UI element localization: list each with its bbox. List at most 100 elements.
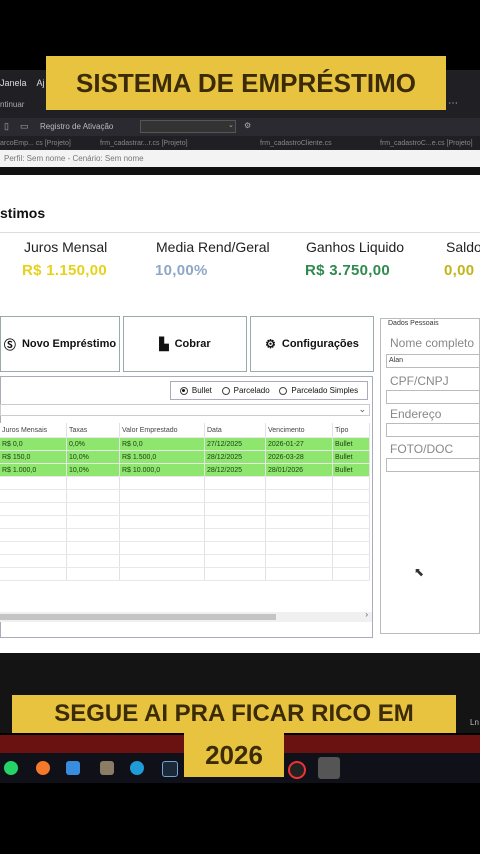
cube-app-icon[interactable]: [66, 761, 80, 775]
cell: 28/01/2026: [265, 463, 333, 477]
title-divider: [0, 232, 480, 233]
table-row[interactable]: R$ 0,0 0,0% R$ 0,0 27/12/2025 2026-01-27…: [0, 437, 370, 451]
endereco-label: Endereço: [390, 407, 442, 421]
divider: [0, 167, 480, 175]
col-header[interactable]: Taxas: [66, 423, 120, 438]
stat-value-ganhos: R$ 3.750,00: [305, 262, 391, 279]
nome-field[interactable]: Alan: [386, 354, 480, 368]
cell: Bullet: [332, 450, 370, 464]
stat-label-juros: Juros Mensal: [24, 239, 108, 255]
activation-dropdown[interactable]: [140, 120, 236, 133]
cell: 28/12/2025: [204, 463, 266, 477]
tab-file-2[interactable]: frm_cadastrar...r.cs [Projeto]: [100, 140, 188, 147]
chevron-down-icon: ⌄: [228, 122, 234, 129]
configuracoes-button[interactable]: ⚙ Configurações: [250, 316, 374, 372]
cell: 10,0%: [66, 450, 120, 464]
cell: 2026-01-27: [265, 437, 333, 451]
radio-bullet-label: Bullet: [191, 386, 212, 395]
cpf-label: CPF/CNPJ: [390, 374, 449, 388]
chevron-right-icon[interactable]: ›: [365, 610, 368, 619]
page-title: stimos: [0, 205, 46, 221]
menu-ajuda[interactable]: Aj: [37, 78, 45, 88]
cell: R$ 150,0: [0, 450, 67, 464]
toolbar-continue[interactable]: ntinuar: [0, 100, 24, 109]
cell: Bullet: [332, 463, 370, 477]
foto-field[interactable]: [386, 458, 480, 472]
record-icon[interactable]: [288, 761, 306, 779]
cell: 0,0%: [66, 437, 120, 451]
cell: 28/12/2025: [204, 450, 266, 464]
steam-icon[interactable]: [162, 761, 178, 777]
bookmark-icon[interactable]: ▯: [4, 121, 9, 132]
menu-janela[interactable]: Janela: [0, 78, 27, 88]
more-icon[interactable]: ⋯: [448, 98, 458, 109]
tab-file-3[interactable]: frm_cadastroCliente.cs: [260, 140, 332, 147]
foto-label: FOTO/DOC: [390, 442, 454, 456]
table-header-row: Juros Mensais Taxas Valor Emprestado Dat…: [0, 423, 370, 438]
blender-icon[interactable]: [36, 761, 50, 775]
col-header[interactable]: Valor Emprestado: [119, 423, 205, 438]
chart-icon: ▙: [159, 337, 169, 351]
tab-file-4[interactable]: frm_cadastroC...e.cs [Projeto]: [380, 140, 473, 147]
loan-type-group: Bullet Parcelado Parcelado Simples: [170, 381, 368, 400]
table-row-empty: [0, 528, 370, 542]
settings-icon[interactable]: ⚙: [244, 121, 251, 130]
cell: 10,0%: [66, 463, 120, 477]
endereco-field[interactable]: [386, 423, 480, 437]
ide-tabs: arcoEmp... cs [Projeto] frm_cadastrar...…: [0, 140, 480, 150]
gear-icon: ⚙: [265, 337, 276, 351]
status-line: Ln: [470, 718, 479, 727]
whatsapp-icon[interactable]: [4, 761, 18, 775]
table-row[interactable]: R$ 1.000,0 10,0% R$ 10.000,0 28/12/2025 …: [0, 463, 370, 477]
radio-bullet[interactable]: Bullet: [179, 386, 212, 395]
radio-off-icon: [279, 386, 288, 395]
table-row-empty: [0, 476, 370, 490]
cpf-field[interactable]: [386, 390, 480, 404]
ide-menubar: Janela Aj: [0, 78, 53, 88]
nome-label: Nome completo: [390, 336, 475, 350]
cobrar-button[interactable]: ▙ Cobrar: [123, 316, 247, 372]
table-row-empty: [0, 567, 370, 581]
stat-value-saldo: 0,00: [444, 262, 475, 279]
horizontal-scrollbar[interactable]: ›: [0, 610, 372, 622]
radio-parcelado-simples[interactable]: Parcelado Simples: [279, 386, 358, 395]
ide-toolbar: ▯ ▭ Registro de Ativação ⌄ ⚙: [0, 118, 480, 136]
window-caption: Perfil: Sem nome - Cenário: Sem nome: [0, 150, 480, 167]
col-header[interactable]: Vencimento: [265, 423, 333, 438]
col-header[interactable]: Tipo: [332, 423, 370, 438]
novo-emprestimo-button[interactable]: Ⓢ Novo Empréstimo: [0, 316, 120, 372]
cobrar-label: Cobrar: [174, 338, 211, 350]
loans-table-wrapper: Juros Mensais Taxas Valor Emprestado Dat…: [0, 423, 370, 613]
stat-label-ganhos: Ganhos Liquido: [306, 239, 405, 255]
radio-parcelado-label: Parcelado: [233, 386, 270, 395]
table-row-empty: [0, 502, 370, 516]
activation-log-label: Registro de Ativação: [40, 122, 114, 131]
table-row-empty: [0, 541, 370, 555]
loans-table: Juros Mensais Taxas Valor Emprestado Dat…: [0, 423, 370, 581]
col-header[interactable]: Juros Mensais: [0, 423, 67, 438]
radio-parcelado[interactable]: Parcelado: [221, 386, 270, 395]
radio-on-icon: [179, 386, 188, 395]
filter-combobox[interactable]: ⌄: [0, 404, 370, 416]
bottom-banner-line1: SEGUE AI PRA FICAR RICO EM: [12, 695, 456, 733]
edge-icon[interactable]: [130, 761, 144, 775]
cell: R$ 10.000,0: [119, 463, 205, 477]
comment-icon[interactable]: ▭: [20, 121, 29, 132]
novo-emprestimo-label: Novo Empréstimo: [21, 338, 117, 350]
stat-value-media: 10,00%: [155, 262, 208, 279]
table-row-empty: [0, 515, 370, 529]
active-app-icon[interactable]: [318, 757, 340, 779]
gimp-icon[interactable]: [100, 761, 114, 775]
table-row-empty: [0, 489, 370, 503]
scrollbar-thumb[interactable]: [0, 614, 276, 620]
chevron-down-icon: ⌄: [358, 404, 366, 414]
table-row-empty: [0, 554, 370, 568]
cell: R$ 1.000,0: [0, 463, 67, 477]
col-header[interactable]: Data: [204, 423, 266, 438]
bottom-banner-line2: 2026: [184, 733, 284, 777]
tab-file-1[interactable]: arcoEmp... cs [Projeto]: [0, 140, 71, 147]
dados-pessoais-title: Dados Pessoais: [386, 320, 441, 327]
table-row[interactable]: R$ 150,0 10,0% R$ 1.500,0 28/12/2025 202…: [0, 450, 370, 464]
stat-value-juros: R$ 1.150,00: [22, 262, 108, 279]
top-banner: SISTEMA DE EMPRÉSTIMO: [46, 56, 446, 110]
